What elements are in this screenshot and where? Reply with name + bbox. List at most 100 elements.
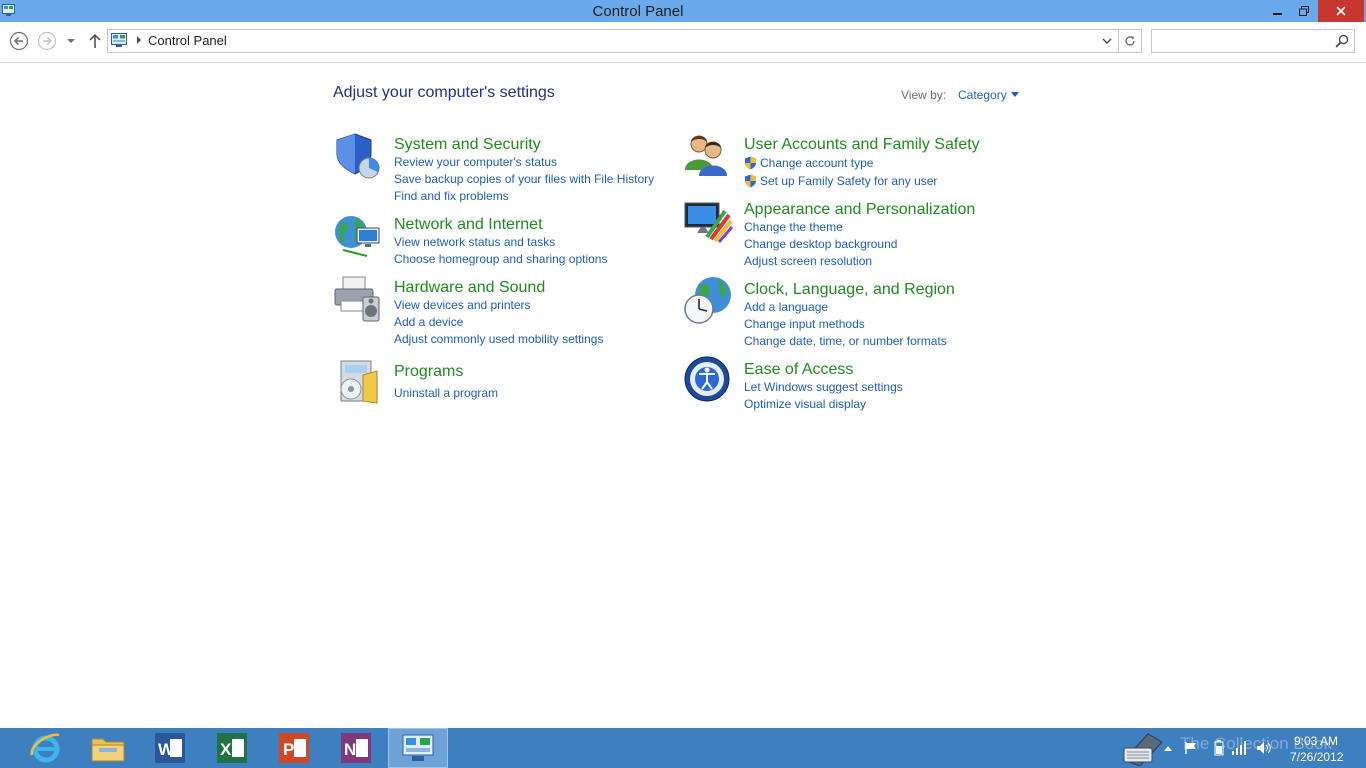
link-devices-printers[interactable]: View devices and printers [394, 297, 603, 314]
category-title[interactable]: Appearance and Personalization [744, 201, 975, 219]
folder-icon [91, 738, 125, 762]
link-uninstall-program[interactable]: Uninstall a program [394, 385, 498, 402]
recent-locations-button[interactable] [63, 31, 79, 51]
control-panel-icon [402, 734, 434, 761]
link-change-theme[interactable]: Change the theme [744, 219, 897, 236]
breadcrumb-separator-icon[interactable] [135, 34, 143, 46]
link-review-status[interactable]: Review your computer's status [394, 154, 654, 171]
up-arrow-icon [89, 33, 101, 48]
clock-globe-icon[interactable] [683, 275, 733, 325]
users-icon[interactable] [683, 130, 733, 180]
forward-arrow-icon [37, 31, 57, 51]
monitor-palette-icon[interactable] [683, 195, 733, 245]
back-arrow-icon [9, 31, 29, 51]
refresh-icon [1125, 36, 1135, 46]
flag-icon [1185, 742, 1196, 754]
link-add-device[interactable]: Add a device [394, 314, 603, 331]
svg-text:W: W [158, 740, 175, 759]
uac-shield-icon [745, 174, 756, 188]
taskbar-excel[interactable]: X [202, 728, 262, 768]
printer-speaker-icon[interactable] [333, 273, 383, 323]
link-windows-suggest-settings[interactable]: Let Windows suggest settings [744, 379, 903, 396]
chevron-up-icon [1164, 746, 1172, 751]
taskbar-powerpoint[interactable]: P [264, 728, 324, 768]
view-by-label: View by: [901, 88, 947, 102]
keyboard-icon [1123, 733, 1162, 766]
link-family-safety[interactable]: Set up Family Safety for any user [744, 172, 937, 190]
battery-button[interactable] [1210, 728, 1228, 768]
shield-icon[interactable] [333, 130, 383, 180]
network-button[interactable] [1230, 728, 1250, 768]
category-title[interactable]: Ease of Access [744, 361, 853, 379]
powerpoint-icon: P [279, 733, 309, 763]
search-icon[interactable] [1334, 33, 1350, 49]
chevron-down-icon [67, 39, 75, 43]
link-add-language[interactable]: Add a language [744, 299, 947, 316]
breadcrumb-control-panel[interactable]: Control Panel [148, 33, 227, 48]
signal-bars-icon [1232, 741, 1246, 755]
battery-icon [1214, 740, 1224, 756]
touch-keyboard-button[interactable] [1115, 728, 1165, 768]
category-title[interactable]: Programs [394, 363, 463, 381]
title-bar: Control Panel [0, 0, 1366, 22]
link-label: Change account type [760, 156, 874, 170]
programs-icon[interactable] [333, 357, 383, 407]
page-heading: Adjust your computer's settings [333, 84, 555, 101]
clock-date[interactable]: 7/26/2012 [1290, 750, 1343, 764]
category-title[interactable]: User Accounts and Family Safety [744, 136, 980, 154]
category-title[interactable]: Clock, Language, and Region [744, 281, 955, 299]
up-button[interactable] [85, 31, 105, 51]
link-homegroup-sharing[interactable]: Choose homegroup and sharing options [394, 251, 607, 268]
window-title: Control Panel [592, 3, 684, 20]
taskbar-word[interactable]: W [140, 728, 200, 768]
svg-text:N: N [344, 740, 356, 759]
minimize-icon [1273, 13, 1282, 15]
link-input-methods[interactable]: Change input methods [744, 316, 947, 333]
address-dropdown-button[interactable] [1098, 30, 1116, 52]
restore-button[interactable] [1291, 0, 1317, 22]
svg-text:P: P [283, 740, 294, 759]
word-icon: W [155, 733, 185, 763]
svg-text:X: X [220, 740, 232, 759]
link-find-fix-problems[interactable]: Find and fix problems [394, 188, 654, 205]
search-input[interactable] [1156, 32, 1326, 48]
view-by-dropdown[interactable]: Category [958, 88, 1007, 102]
ease-of-access-icon[interactable] [683, 355, 733, 405]
link-screen-resolution[interactable]: Adjust screen resolution [744, 253, 897, 270]
speaker-icon [1257, 742, 1271, 754]
forward-button[interactable] [37, 31, 57, 51]
link-network-status[interactable]: View network status and tasks [394, 234, 607, 251]
taskbar: W X P N The Collection Book 9:03 AM 7/26… [0, 728, 1366, 768]
category-title[interactable]: Network and Internet [394, 216, 543, 234]
link-mobility-settings[interactable]: Adjust commonly used mobility settings [394, 331, 603, 348]
volume-button[interactable] [1254, 728, 1274, 768]
link-optimize-visual-display[interactable]: Optimize visual display [744, 396, 903, 413]
category-title[interactable]: Hardware and Sound [394, 279, 545, 297]
clock-time[interactable]: 9:03 AM [1294, 734, 1338, 748]
close-button[interactable] [1318, 0, 1364, 22]
link-label: Set up Family Safety for any user [760, 174, 938, 188]
view-by-chevron-icon[interactable] [1011, 92, 1019, 97]
link-file-history[interactable]: Save backup copies of your files with Fi… [394, 171, 654, 188]
globe-network-icon[interactable] [333, 210, 383, 260]
back-button[interactable] [9, 31, 29, 51]
taskbar-internet-explorer[interactable] [16, 728, 76, 768]
action-center-button[interactable] [1182, 728, 1200, 768]
taskbar-control-panel[interactable] [388, 728, 448, 768]
onenote-icon: N [341, 733, 371, 763]
show-hidden-icons-button[interactable] [1161, 728, 1175, 768]
link-change-account-type[interactable]: Change account type [744, 154, 937, 172]
search-box[interactable] [1151, 29, 1355, 53]
taskbar-file-explorer[interactable] [78, 728, 138, 768]
chevron-down-icon [1102, 38, 1112, 44]
navigation-bar: Control Panel [0, 22, 1366, 63]
category-title[interactable]: System and Security [394, 136, 541, 154]
refresh-button[interactable] [1118, 30, 1141, 52]
minimize-button[interactable] [1265, 0, 1291, 22]
close-icon [1336, 6, 1346, 16]
link-date-time-formats[interactable]: Change date, time, or number formats [744, 333, 947, 350]
address-bar[interactable]: Control Panel [107, 29, 1142, 53]
control-panel-icon [111, 33, 127, 47]
taskbar-onenote[interactable]: N [326, 728, 386, 768]
link-desktop-background[interactable]: Change desktop background [744, 236, 897, 253]
